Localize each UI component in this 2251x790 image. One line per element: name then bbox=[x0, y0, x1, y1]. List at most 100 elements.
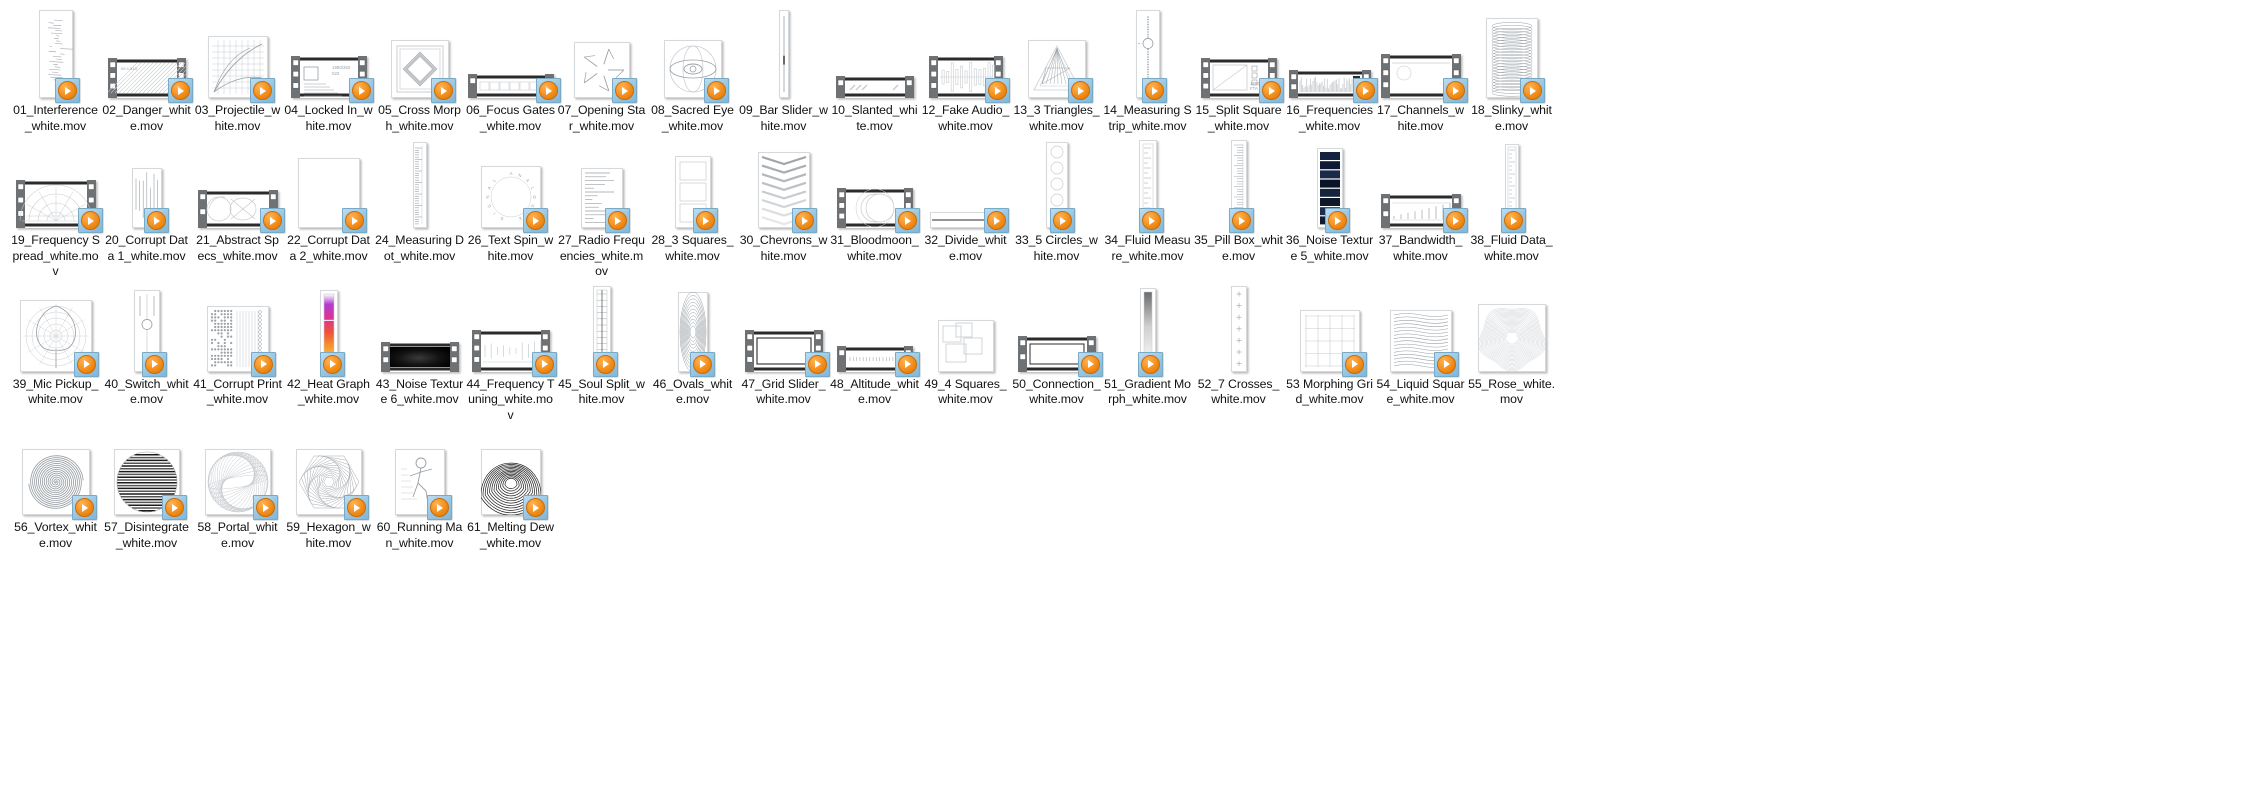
file-name-label[interactable]: 54_Liquid Square_white.mov bbox=[1376, 377, 1465, 408]
file-name-label[interactable]: 34_Fluid Measure_white.mov bbox=[1103, 233, 1192, 264]
file-name-label[interactable]: 46_Ovals_white.mov bbox=[648, 377, 737, 408]
file-name-label[interactable]: 48_Altitude_white.mov bbox=[830, 377, 919, 408]
file-name-label[interactable]: 30_Chevrons_white.mov bbox=[739, 233, 828, 264]
file-grid[interactable]: 01_Interference_white.mov 09 4 A13 02_Da… bbox=[0, 0, 2251, 553]
file-item[interactable]: 12_Fake Audio_white.mov bbox=[920, 6, 1011, 136]
file-item[interactable]: 22_Corrupt Data 2_white.mov bbox=[283, 136, 374, 280]
file-name-label[interactable]: 44_Frequency Tuning_white.mov bbox=[466, 377, 555, 424]
file-name-label[interactable]: 26_Text Spin_white.mov bbox=[466, 233, 555, 264]
file-item[interactable]: 27_Radio Frequencies_white.mov bbox=[556, 136, 647, 280]
video-thumbnail-filmstrip-altitude-icon[interactable] bbox=[836, 345, 920, 377]
video-thumbnail-disintegrate-icon[interactable] bbox=[113, 449, 187, 520]
file-item[interactable]: 13_3 Triangles_white.mov bbox=[1011, 6, 1102, 136]
video-thumbnail-blank-page-icon[interactable] bbox=[297, 158, 367, 233]
video-thumbnail-slinky-icon[interactable] bbox=[1485, 18, 1545, 103]
file-item[interactable]: 43_Noise Texture 6_white.mov bbox=[374, 280, 465, 424]
file-name-label[interactable]: 37_Bandwidth_white.mov bbox=[1376, 233, 1465, 264]
file-item[interactable]: 14_Measuring Strip_white.mov bbox=[1102, 6, 1193, 136]
file-name-label[interactable]: 13_3 Triangles_white.mov bbox=[1012, 103, 1101, 134]
file-item[interactable]: 20_Corrupt Data 1_white.mov bbox=[101, 136, 192, 280]
video-thumbnail-three-squares-icon[interactable] bbox=[674, 156, 718, 233]
file-item[interactable]: 39_Mic Pickup_white.mov bbox=[10, 280, 101, 424]
file-name-label[interactable]: 51_Gradient Morph_white.mov bbox=[1103, 377, 1192, 408]
file-item[interactable]: 35_Pill Box_white.mov bbox=[1193, 136, 1284, 280]
file-name-label[interactable]: 02_Danger_white.mov bbox=[102, 103, 191, 134]
file-item[interactable]: 05_Cross Morph_white.mov bbox=[374, 6, 465, 136]
file-name-label[interactable]: 19_Frequency Spread_white.mov bbox=[11, 233, 100, 280]
video-thumbnail-hexagon-spiral-icon[interactable] bbox=[295, 449, 369, 520]
video-thumbnail-five-circles-icon[interactable] bbox=[1045, 142, 1075, 233]
file-name-label[interactable]: 60_Running Man_white.mov bbox=[375, 520, 464, 551]
file-name-label[interactable]: 57_Disintegrate_white.mov bbox=[102, 520, 191, 551]
file-item[interactable]: 51_Gradient Morph_white.mov bbox=[1102, 280, 1193, 424]
video-thumbnail-filmstrip-dark-noise-icon[interactable] bbox=[380, 341, 459, 372]
file-item[interactable]: 38_Fluid Data_white.mov bbox=[1466, 136, 1557, 280]
video-thumbnail-liquid-square-icon[interactable] bbox=[1389, 309, 1459, 377]
video-thumbnail-morphing-grid-icon[interactable] bbox=[1299, 309, 1367, 377]
video-thumbnail-triangles-icon[interactable] bbox=[1027, 40, 1093, 103]
video-thumbnail-vortex-icon[interactable] bbox=[21, 449, 97, 520]
file-name-label[interactable]: 58_Portal_white.mov bbox=[193, 520, 282, 551]
file-name-label[interactable]: 50_Connection_white.mov bbox=[1012, 377, 1101, 408]
video-thumbnail-melting-dew-icon[interactable] bbox=[480, 449, 548, 520]
file-item[interactable]: 50_Connection_white.mov bbox=[1011, 280, 1103, 424]
file-item[interactable]: 40_Switch_white.mov bbox=[101, 280, 192, 424]
file-name-label[interactable]: 59_Hexagon_white.mov bbox=[284, 520, 373, 551]
video-thumbnail-filmstrip-abstract-icon[interactable] bbox=[197, 190, 285, 233]
video-thumbnail-filmstrip-moon-icon[interactable] bbox=[836, 188, 920, 233]
file-name-label[interactable]: 06_Focus Gates_white.mov bbox=[466, 103, 555, 134]
file-name-label[interactable]: 17_Channels_white.mov bbox=[1376, 103, 1465, 134]
file-name-label[interactable]: 24_Measuring Dot_white.mov bbox=[375, 233, 464, 264]
video-thumbnail-vertical-paper-scribble-icon[interactable] bbox=[38, 10, 80, 103]
file-item[interactable]: 46_Ovals_white.mov bbox=[647, 280, 738, 424]
file-name-label[interactable]: 49_4 Squares_white.mov bbox=[921, 377, 1010, 408]
file-name-label[interactable]: 56_Vortex_white.mov bbox=[11, 520, 100, 551]
video-thumbnail-filmstrip-tuning-icon[interactable] bbox=[471, 329, 557, 377]
file-name-label[interactable]: 31_Bloodmoon_white.mov bbox=[830, 233, 919, 264]
file-item[interactable]: 08_Sacred Eye_white.mov bbox=[647, 6, 738, 136]
video-thumbnail-filmstrip-locked-icon[interactable]: 1990/282 022 bbox=[290, 56, 374, 103]
video-thumbnail-filmstrip-frequencies-icon[interactable] bbox=[1288, 70, 1378, 103]
file-item[interactable]: 48_Altitude_white.mov bbox=[829, 280, 920, 424]
video-thumbnail-tall-bar-slider-icon[interactable] bbox=[778, 10, 789, 98]
video-thumbnail-sacred-eye-icon[interactable] bbox=[663, 40, 729, 103]
file-item[interactable]: 47_Grid Slider_white.mov bbox=[738, 280, 830, 424]
file-name-label[interactable]: 35_Pill Box_white.mov bbox=[1194, 233, 1283, 264]
file-item[interactable]: 42_Heat Graph_white.mov bbox=[283, 280, 374, 424]
video-thumbnail-grid-curves-icon[interactable] bbox=[207, 36, 275, 103]
file-name-label[interactable]: 07_Opening Star_white.mov bbox=[557, 103, 646, 134]
video-thumbnail-measuring-strip-icon[interactable] bbox=[1135, 10, 1167, 103]
video-thumbnail-text-spin-icon[interactable]: ANALOGUE SIGNAL bbox=[480, 166, 548, 233]
video-thumbnail-filmstrip-split-square-icon[interactable]: 1655 FTA / bbox=[1200, 58, 1284, 103]
file-item[interactable]: 09_Bar Slider_white.mov bbox=[738, 6, 829, 136]
file-item[interactable]: 32_Divide_white.mov bbox=[920, 136, 1011, 280]
file-name-label[interactable]: 15_Split Square_white.mov bbox=[1194, 103, 1283, 134]
file-item[interactable]: 06_Focus Gates_white.mov bbox=[465, 6, 561, 136]
file-item[interactable]: 21_Abstract Specs_white.mov bbox=[192, 136, 285, 280]
file-item[interactable]: ANALOGUE SIGNAL 26_Text Spin_white.mov bbox=[465, 136, 556, 280]
file-name-label[interactable]: 14_Measuring Strip_white.mov bbox=[1103, 103, 1192, 134]
file-item[interactable]: 61_Melting Dew_white.mov bbox=[465, 423, 556, 553]
file-name-label[interactable]: 38_Fluid Data_white.mov bbox=[1467, 233, 1556, 264]
video-thumbnail-filmstrip-grid-slider-icon[interactable] bbox=[744, 329, 830, 377]
file-item[interactable]: 37_Bandwidth_white.mov bbox=[1375, 136, 1468, 280]
file-item[interactable]: 44_Frequency Tuning_white.mov bbox=[465, 280, 557, 424]
video-thumbnail-ruler-vertical-icon[interactable] bbox=[412, 142, 427, 228]
file-name-label[interactable]: 16_Frequencies_white.mov bbox=[1285, 103, 1374, 134]
file-item[interactable]: 10_Slanted_white.mov bbox=[829, 6, 920, 136]
video-thumbnail-portal-icon[interactable] bbox=[204, 449, 278, 520]
video-thumbnail-corrupt-lines-icon[interactable] bbox=[131, 168, 169, 233]
file-name-label[interactable]: 03_Projectile_white.mov bbox=[193, 103, 282, 134]
file-name-label[interactable]: 08_Sacred Eye_white.mov bbox=[648, 103, 737, 134]
file-item[interactable]: 33_5 Circles_white.mov bbox=[1011, 136, 1102, 280]
video-thumbnail-wide-filmstrip-cells-icon[interactable] bbox=[467, 74, 561, 103]
file-item[interactable]: 56_Vortex_white.mov bbox=[10, 423, 101, 553]
video-thumbnail-filmstrip-connection-icon[interactable] bbox=[1017, 335, 1103, 377]
file-name-label[interactable]: 10_Slanted_white.mov bbox=[830, 103, 919, 134]
file-item[interactable]: 45_Soul Split_white.mov bbox=[556, 280, 647, 424]
video-thumbnail-filmstrip-hatched-icon[interactable]: 09 4 A13 bbox=[107, 58, 193, 103]
file-item[interactable]: 53 Morphing Grid_white.mov bbox=[1284, 280, 1375, 424]
file-item[interactable]: 17_Channels_white.mov bbox=[1375, 6, 1468, 136]
file-name-label[interactable]: 20_Corrupt Data 1_white.mov bbox=[102, 233, 191, 264]
file-item[interactable]: 55_Rose_white.mov bbox=[1466, 280, 1557, 424]
